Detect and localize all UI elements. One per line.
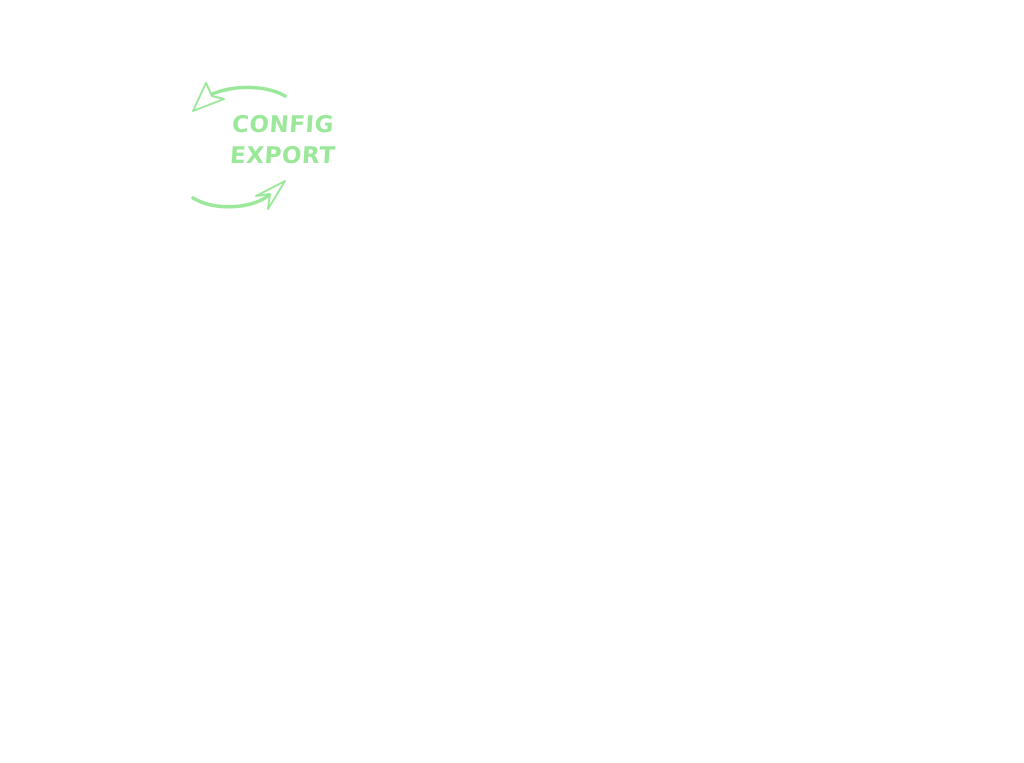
top-arrowhead bbox=[192, 82, 225, 112]
bottom-arrowhead bbox=[255, 180, 286, 210]
top-arrow-curve bbox=[210, 85, 287, 98]
bottom-arrow-curve bbox=[191, 194, 270, 209]
logo-text-config: CONFIG bbox=[231, 112, 335, 138]
config-export-logo: CONFIG EXPORT bbox=[188, 78, 358, 214]
logo-text-export: EXPORT bbox=[229, 143, 337, 169]
